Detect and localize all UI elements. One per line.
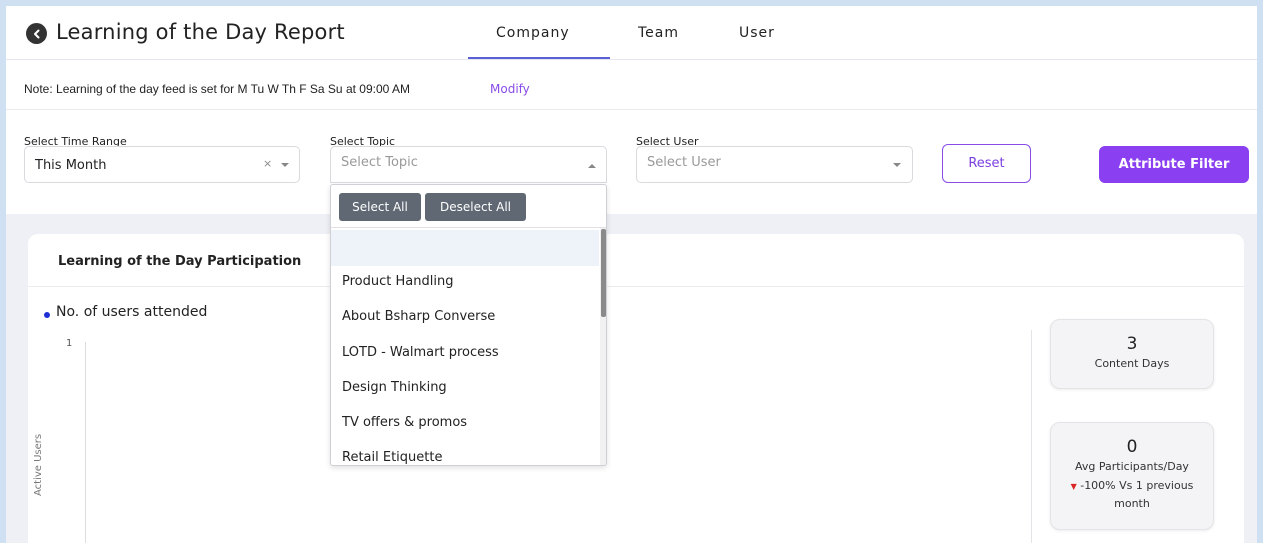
chevron-down-icon[interactable] [281, 163, 289, 167]
dropdown-search-input[interactable] [331, 230, 599, 266]
y-axis-line [85, 342, 86, 543]
time-range-select[interactable]: This Month × [24, 146, 300, 183]
y-axis-tick: 1 [66, 338, 73, 349]
stats-divider [1031, 330, 1032, 543]
active-tab-indicator [468, 57, 610, 59]
modify-link[interactable]: Modify [490, 82, 530, 96]
topic-select[interactable]: Select Topic [330, 146, 607, 183]
schedule-note: Note: Learning of the day feed is set fo… [6, 60, 1257, 110]
reset-button[interactable]: Reset [942, 144, 1031, 183]
avg-participants-change: ▼ -100% Vs 1 previous month [1051, 477, 1213, 512]
tab-user[interactable]: User [739, 25, 775, 41]
tab-company[interactable]: Company [496, 25, 570, 41]
content-days-card: 3 Content Days [1050, 319, 1214, 389]
participation-card: Learning of the Day Participation No. of… [28, 234, 1244, 543]
list-item[interactable]: About Bsharp Converse [342, 309, 495, 324]
dropdown-divider [331, 227, 606, 228]
app-frame: Learning of the Day Report Company Team … [0, 0, 1263, 543]
y-axis-label: Active Users [33, 433, 44, 496]
scrollbar-thumb[interactable] [601, 229, 606, 317]
chevron-down-icon[interactable] [893, 163, 901, 167]
list-item[interactable]: LOTD - Walmart process [342, 345, 499, 360]
clear-icon[interactable]: × [263, 157, 272, 170]
list-item[interactable]: Design Thinking [342, 380, 447, 395]
list-item[interactable]: Retail Etiquette [342, 450, 442, 465]
user-select[interactable]: Select User [636, 146, 913, 183]
avg-participants-label: Avg Participants/Day [1075, 460, 1189, 473]
change-text: -100% Vs 1 previous month [1080, 479, 1194, 510]
legend-label: No. of users attended [56, 304, 208, 320]
page-title: Learning of the Day Report [56, 20, 345, 44]
down-arrow-icon: ▼ [1070, 482, 1077, 491]
back-icon[interactable] [26, 23, 47, 44]
tab-team[interactable]: Team [638, 25, 679, 41]
legend-dot-icon [44, 312, 50, 318]
time-range-value: This Month [35, 158, 107, 173]
content-days-value: 3 [1126, 334, 1138, 354]
chevron-up-icon[interactable] [588, 164, 596, 168]
list-item[interactable]: TV offers & promos [342, 415, 467, 430]
avg-participants-value: 0 [1126, 437, 1138, 457]
topic-placeholder: Select Topic [341, 155, 418, 170]
avg-participants-card: 0 Avg Participants/Day ▼ -100% Vs 1 prev… [1050, 422, 1214, 530]
card-title: Learning of the Day Participation [58, 254, 302, 269]
note-text: Note: Learning of the day feed is set fo… [24, 82, 410, 96]
deselect-all-button[interactable]: Deselect All [425, 193, 526, 221]
select-all-button[interactable]: Select All [339, 193, 421, 221]
chevron-left-icon [33, 29, 39, 38]
report-header: Learning of the Day Report Company Team … [6, 6, 1257, 60]
user-placeholder: Select User [647, 155, 721, 170]
list-item[interactable]: Product Handling [342, 274, 453, 289]
topic-dropdown: Select All Deselect All Product Handling… [330, 184, 607, 466]
card-divider [28, 286, 1244, 287]
attribute-filter-button[interactable]: Attribute Filter [1099, 146, 1249, 183]
content-days-label: Content Days [1094, 357, 1170, 370]
